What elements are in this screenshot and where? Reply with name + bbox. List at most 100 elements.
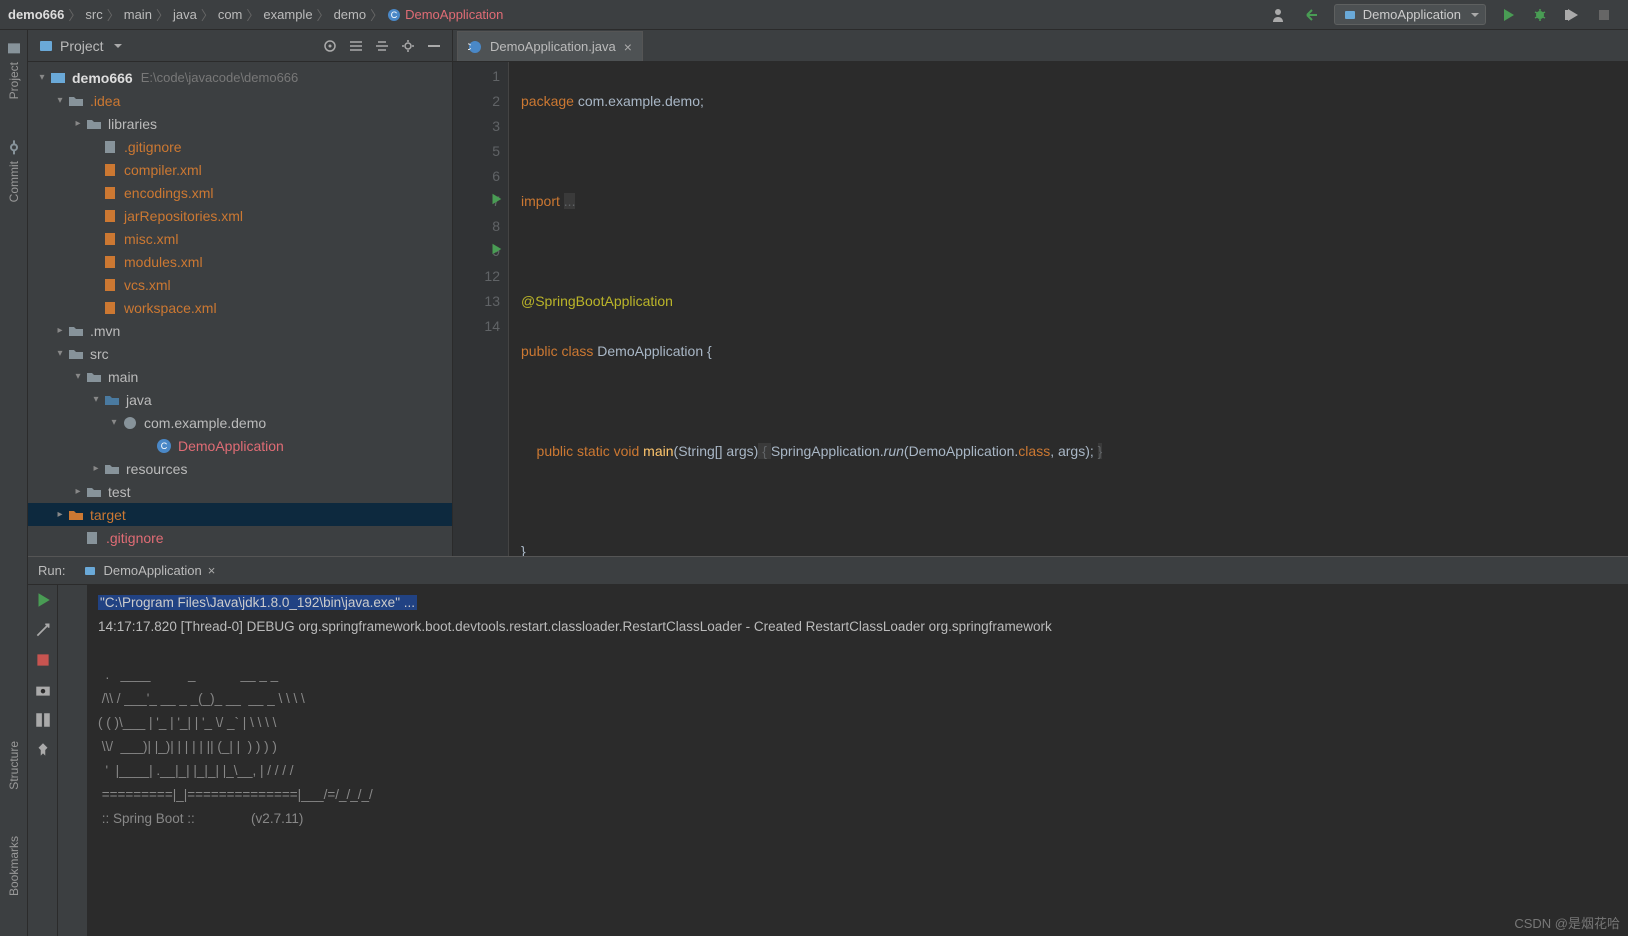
rerun-icon[interactable] [34, 591, 52, 609]
collapse-all-icon[interactable] [374, 38, 390, 54]
crumb-example[interactable]: example [263, 7, 312, 22]
resources-folder-icon [104, 461, 120, 477]
run-header: Run: DemoApplication × [28, 557, 1628, 585]
crumb-root[interactable]: demo666 [8, 7, 64, 22]
xml-icon [102, 277, 118, 293]
tree-vcs[interactable]: vcs.xml [28, 273, 452, 296]
run-gutter-icon[interactable] [489, 192, 503, 206]
folder-icon [86, 116, 102, 132]
run-title: Run: [38, 563, 65, 578]
editor-tab-bar: C DemoApplication.java × [453, 30, 1628, 62]
rail-bookmarks[interactable]: Bookmarks [7, 830, 21, 896]
tool-settings-icon[interactable] [34, 621, 52, 639]
xml-icon [102, 254, 118, 270]
run-gutter-icon[interactable] [489, 242, 503, 256]
editor-area[interactable]: 12356789121314 package com.example.demo;… [453, 62, 1628, 556]
tree-idea[interactable]: ▾.idea [28, 89, 452, 112]
update-icon[interactable] [1302, 5, 1322, 25]
locate-icon[interactable] [322, 38, 338, 54]
rail-project[interactable]: Project [6, 40, 22, 99]
tree-root[interactable]: ▾demo666E:\code\javacode\demo666 [28, 66, 452, 89]
run-rail-secondary [58, 585, 88, 936]
top-bar: demo666 〉 src 〉 main 〉 java 〉 com 〉 exam… [0, 0, 1628, 30]
run-tab[interactable]: DemoApplication × [77, 561, 221, 580]
crumb-java[interactable]: java [173, 7, 197, 22]
code-area[interactable]: package com.example.demo; import ... @Sp… [509, 62, 1628, 556]
xml-icon [102, 208, 118, 224]
tree-libraries[interactable]: ▸libraries [28, 112, 452, 135]
camera-icon[interactable] [34, 681, 52, 699]
hide-icon[interactable] [426, 38, 442, 54]
run-config-icon [1343, 8, 1357, 22]
top-right-tools: DemoApplication [1270, 4, 1620, 25]
debug-button[interactable] [1530, 5, 1550, 25]
tree-test[interactable]: ▸test [28, 480, 452, 503]
class-icon: C [156, 438, 172, 454]
tree-src[interactable]: ▾src [28, 342, 452, 365]
crumb-com[interactable]: com [218, 7, 243, 22]
run-button[interactable] [1498, 5, 1518, 25]
xml-icon [102, 185, 118, 201]
file-icon [102, 139, 118, 155]
tree-compiler[interactable]: compiler.xml [28, 158, 452, 181]
package-icon [122, 415, 138, 431]
left-bottom-rail: Bookmarks Structure [0, 735, 28, 936]
source-folder-icon [104, 392, 120, 408]
svg-text:C: C [391, 10, 398, 20]
xml-icon [102, 300, 118, 316]
tree-democlass[interactable]: CDemoApplication [28, 434, 452, 457]
rail-commit[interactable]: Commit [6, 139, 22, 202]
crumb-demo[interactable]: demo [334, 7, 367, 22]
target-folder-icon [68, 507, 84, 523]
tree-target[interactable]: ▸target [28, 503, 452, 526]
breadcrumb: demo666 〉 src 〉 main 〉 java 〉 com 〉 exam… [8, 5, 503, 24]
xml-icon [102, 162, 118, 178]
run-config-selector[interactable]: DemoApplication [1334, 4, 1486, 25]
folder-icon [86, 369, 102, 385]
expand-all-icon[interactable] [348, 38, 364, 54]
tree-jarrepo[interactable]: jarRepositories.xml [28, 204, 452, 227]
project-header: Project [28, 30, 452, 62]
project-tree[interactable]: ▾demo666E:\code\javacode\demo666 ▾.idea … [28, 62, 452, 556]
editor-gutter: 12356789121314 [453, 62, 509, 556]
commit-icon [6, 139, 22, 155]
crumb-active[interactable]: DemoApplication [405, 7, 503, 22]
stop-button[interactable] [1594, 5, 1614, 25]
project-view-selector[interactable]: Project [38, 38, 122, 54]
user-add-icon[interactable] [1270, 5, 1290, 25]
tree-resources[interactable]: ▸resources [28, 457, 452, 480]
folder-icon [68, 346, 84, 362]
tree-java[interactable]: ▾java [28, 388, 452, 411]
layout-icon[interactable] [34, 711, 52, 729]
tree-encodings[interactable]: encodings.xml [28, 181, 452, 204]
close-run-tab-icon[interactable]: × [208, 563, 216, 578]
console-output[interactable]: "C:\Program Files\Java\jdk1.8.0_192\bin\… [88, 585, 1628, 936]
crumb-main[interactable]: main [124, 7, 152, 22]
tree-main[interactable]: ▾main [28, 365, 452, 388]
watermark: CSDN @是烟花哈 [1514, 913, 1620, 932]
svg-text:C: C [161, 441, 168, 451]
tree-modules[interactable]: modules.xml [28, 250, 452, 273]
tree-gitignore2[interactable]: .gitignore [28, 526, 452, 549]
tree-mvn[interactable]: ▸.mvn [28, 319, 452, 342]
module-icon [50, 70, 66, 86]
folder-icon [68, 93, 84, 109]
stop-rail-icon[interactable] [34, 651, 52, 669]
settings-icon[interactable] [400, 38, 416, 54]
run-panel: Run: DemoApplication × [28, 556, 1628, 936]
close-tab-icon[interactable]: × [624, 39, 632, 55]
editor-panel: C DemoApplication.java × 12356789121314 … [453, 30, 1628, 556]
pin-icon[interactable] [34, 741, 52, 759]
editor-tab[interactable]: C DemoApplication.java × [457, 31, 643, 61]
tree-package[interactable]: ▾com.example.demo [28, 411, 452, 434]
folder-icon [68, 323, 84, 339]
tree-misc[interactable]: misc.xml [28, 227, 452, 250]
project-view-icon [38, 38, 54, 54]
coverage-button[interactable] [1562, 5, 1582, 25]
rail-structure[interactable]: Structure [7, 735, 21, 790]
crumb-src[interactable]: src [85, 7, 102, 22]
class-icon: C [387, 8, 401, 22]
tree-workspace[interactable]: workspace.xml [28, 296, 452, 319]
tree-gitignore1[interactable]: .gitignore [28, 135, 452, 158]
project-icon [6, 40, 22, 56]
